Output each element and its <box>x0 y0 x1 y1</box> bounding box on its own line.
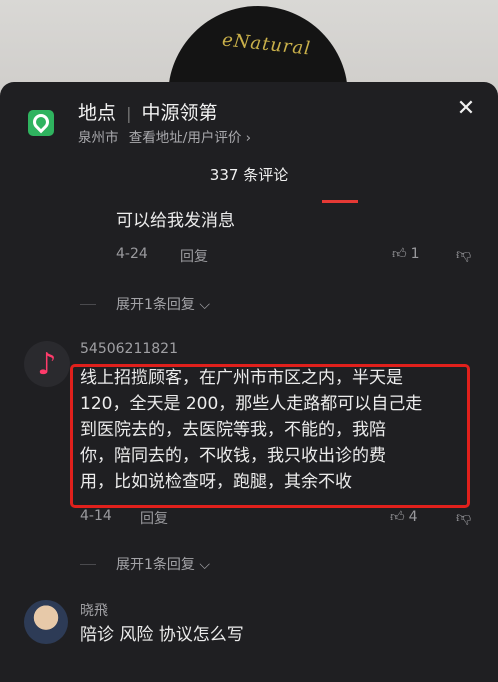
location-title[interactable]: 地点 | 中源领第 <box>78 98 218 125</box>
avatar[interactable] <box>24 600 68 644</box>
location-separator: | <box>126 104 132 123</box>
expand-replies-button[interactable]: 展开1条回复 ⌵ <box>116 554 210 574</box>
chevron-down-icon: ⌵ <box>194 297 210 313</box>
music-note-icon: ♪ <box>37 346 57 382</box>
chevron-down-icon: ⌵ <box>194 557 210 573</box>
like-button[interactable]: 👍︎ 4 <box>390 508 418 525</box>
view-address-link[interactable]: 查看地址/用户评价 <box>129 130 242 146</box>
comment-count: 337 条评论 <box>209 166 289 184</box>
like-button[interactable]: 👍︎ 1 <box>392 245 420 262</box>
comment-date: 4-14 <box>80 508 112 524</box>
reply-button[interactable]: 回复 <box>180 246 208 266</box>
comment-username[interactable]: 晓飛 <box>80 600 108 620</box>
thumb-down-icon[interactable]: 👎︎ <box>456 245 471 264</box>
reply-button[interactable]: 回复 <box>140 508 168 528</box>
like-count: 1 <box>410 246 420 262</box>
close-icon[interactable]: ✕ <box>454 97 478 121</box>
expand-label: 展开1条回复 <box>116 557 195 573</box>
location-prefix: 地点 <box>78 102 117 124</box>
comment-text: 可以给我发消息 <box>116 211 235 231</box>
thumb-up-icon: 👍︎ <box>390 509 405 525</box>
location-city: 泉州市 <box>78 130 119 146</box>
comment-text: 陪诊 风险 协议怎么写 <box>80 625 244 645</box>
expand-replies-button[interactable]: 展开1条回复 ⌵ <box>116 294 210 314</box>
avatar[interactable]: ♪ <box>24 341 70 387</box>
chevron-right-icon: › <box>245 130 252 146</box>
divider <box>80 564 96 565</box>
like-count: 4 <box>408 509 418 525</box>
comment-username[interactable]: 54506211821 <box>80 341 178 357</box>
location-subtitle[interactable]: 泉州市 查看地址/用户评价 › <box>78 126 251 146</box>
highlight-box <box>70 364 470 508</box>
thumb-up-icon: 👍︎ <box>392 246 407 262</box>
location-pin-icon[interactable] <box>28 110 54 136</box>
thumb-down-icon[interactable]: 👎︎ <box>456 508 471 527</box>
comment-date: 4-24 <box>116 246 148 262</box>
location-place-name: 中源领第 <box>141 102 218 124</box>
divider <box>80 304 96 305</box>
clipped-highlight <box>322 200 358 203</box>
expand-label: 展开1条回复 <box>116 297 195 313</box>
